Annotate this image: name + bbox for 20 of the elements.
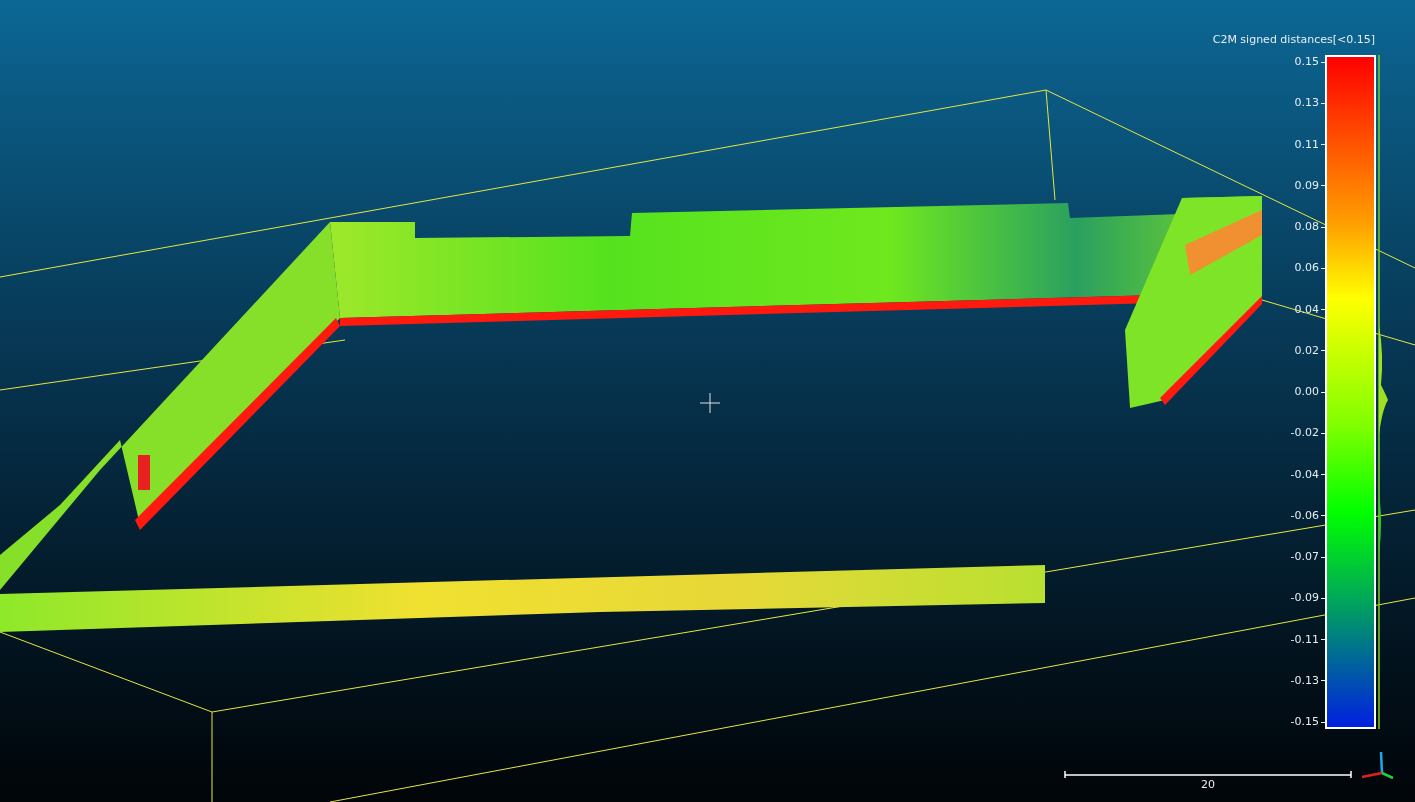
tick-label: 0.00: [1294, 385, 1319, 399]
tick-label: -0.06: [1290, 508, 1319, 523]
tick-label: -0.11: [1290, 632, 1319, 647]
tick-label: 0.13: [1294, 96, 1319, 111]
tick-label: 0.02: [1294, 343, 1319, 358]
scale-bar-label: 20: [1201, 778, 1215, 792]
tick-label: -0.07: [1290, 550, 1319, 564]
tick-label: 0.15: [1294, 55, 1319, 69]
tick-label: 0.09: [1294, 178, 1319, 193]
color-scale-title: C2M signed distances[<0.15]: [1212, 33, 1375, 47]
tick-label: -0.15: [1290, 715, 1319, 729]
tick-label: -0.02: [1290, 426, 1319, 441]
tick-label: -0.04: [1290, 467, 1319, 482]
tick-label: 0.04: [1294, 302, 1319, 317]
crosshair-icon: [700, 393, 720, 413]
tick-label: 0.11: [1294, 137, 1319, 152]
tick-label: -0.09: [1290, 591, 1319, 606]
tick-label: 0.06: [1294, 261, 1319, 276]
tick-label: 0.08: [1294, 220, 1319, 234]
tick-label: -0.13: [1290, 673, 1319, 688]
